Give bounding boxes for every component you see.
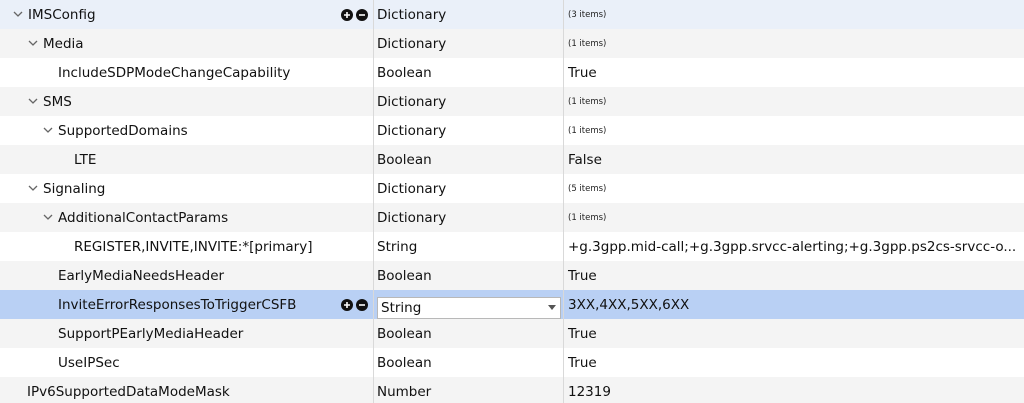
type-cell[interactable]: Boolean	[374, 319, 564, 348]
key-label: Signaling	[43, 180, 106, 197]
key-label: IPv6SupportedDataModeMask	[27, 383, 230, 400]
value-cell[interactable]: (1 items)	[564, 116, 1024, 145]
key-label: LTE	[74, 151, 97, 168]
key-cell[interactable]: InviteErrorResponsesToTriggerCSFB	[0, 290, 374, 319]
key-label: InviteErrorResponsesToTriggerCSFB	[58, 296, 297, 313]
type-select-value: String	[381, 299, 422, 316]
type-cell[interactable]: Dictionary	[374, 0, 564, 29]
row-actions	[341, 0, 373, 29]
key-cell[interactable]: REGISTER,INVITE,INVITE:*[primary]	[0, 232, 374, 261]
key-cell[interactable]: EarlyMediaNeedsHeader	[0, 261, 374, 290]
item-count: (5 items)	[568, 183, 607, 194]
minus-circle-icon[interactable]	[356, 8, 368, 21]
tree-row-imsconfig[interactable]: IMSConfig Dictionary (3 items)	[0, 0, 1024, 29]
plus-circle-icon[interactable]	[341, 8, 353, 21]
chevron-down-icon[interactable]	[12, 8, 24, 22]
tree-row-sms[interactable]: SMS Dictionary (1 items)	[0, 87, 1024, 116]
key-label: IMSConfig	[28, 6, 96, 23]
key-cell[interactable]: SupportedDomains	[0, 116, 374, 145]
key-label: Media	[43, 35, 84, 52]
type-cell[interactable]: Boolean	[374, 145, 564, 174]
value-cell[interactable]: 12319	[564, 377, 1024, 403]
key-label: SupportPEarlyMediaHeader	[58, 325, 244, 342]
tree-row-useipsec[interactable]: UseIPSec Boolean True	[0, 348, 1024, 377]
type-cell[interactable]: Dictionary	[374, 174, 564, 203]
value-cell[interactable]: True	[564, 58, 1024, 87]
value-cell[interactable]: False	[564, 145, 1024, 174]
chevron-down-icon[interactable]	[27, 182, 39, 196]
key-label: AdditionalContactParams	[58, 209, 229, 226]
type-select[interactable]: String	[377, 296, 561, 319]
key-label: EarlyMediaNeedsHeader	[58, 267, 225, 284]
tree-row-register-invite[interactable]: REGISTER,INVITE,INVITE:*[primary] String…	[0, 232, 1024, 261]
key-cell[interactable]: SMS	[0, 87, 374, 116]
key-label: IncludeSDPModeChangeCapability	[58, 64, 291, 81]
key-label: SupportedDomains	[58, 122, 188, 139]
tree-row-supporteddomains[interactable]: SupportedDomains Dictionary (1 items)	[0, 116, 1024, 145]
tree-row-media[interactable]: Media Dictionary (1 items)	[0, 29, 1024, 58]
value-cell[interactable]: True	[564, 319, 1024, 348]
key-cell[interactable]: AdditionalContactParams	[0, 203, 374, 232]
chevron-down-icon[interactable]	[27, 37, 39, 51]
key-cell[interactable]: SupportPEarlyMediaHeader	[0, 319, 374, 348]
type-cell[interactable]: String	[374, 232, 564, 261]
type-cell[interactable]: Boolean	[374, 261, 564, 290]
value-cell[interactable]: (5 items)	[564, 174, 1024, 203]
value-cell[interactable]: (3 items)	[564, 0, 1024, 29]
type-cell[interactable]: Dictionary	[374, 203, 564, 232]
key-cell[interactable]: Signaling	[0, 174, 374, 203]
key-label: SMS	[43, 93, 72, 110]
key-cell[interactable]: IncludeSDPModeChangeCapability	[0, 58, 374, 87]
type-cell[interactable]: Dictionary	[374, 87, 564, 116]
value-cell[interactable]: True	[564, 348, 1024, 377]
key-cell[interactable]: UseIPSec	[0, 348, 374, 377]
item-count: (1 items)	[568, 212, 607, 223]
tree-row-lte[interactable]: LTE Boolean False	[0, 145, 1024, 174]
item-count: (1 items)	[568, 38, 607, 49]
key-label: UseIPSec	[58, 354, 120, 371]
chevron-down-icon[interactable]	[42, 211, 54, 225]
value-cell[interactable]: 3XX,4XX,5XX,6XX	[564, 290, 1024, 319]
value-cell[interactable]: +g.3gpp.mid-call;+g.3gpp.srvcc-alerting;…	[564, 232, 1024, 261]
tree-row-ipv6supporteddatamodemask[interactable]: IPv6SupportedDataModeMask Number 12319	[0, 377, 1024, 403]
tree-row-inviteerrorresponsestotriggercsfb[interactable]: InviteErrorResponsesToTriggerCSFB String…	[0, 290, 1024, 319]
row-actions	[341, 290, 373, 319]
type-cell[interactable]: Boolean	[374, 348, 564, 377]
item-count: (3 items)	[568, 9, 607, 20]
key-cell[interactable]: LTE	[0, 145, 374, 174]
tree-row-supportpearlymediaheader[interactable]: SupportPEarlyMediaHeader Boolean True	[0, 319, 1024, 348]
type-cell: String	[374, 290, 564, 319]
tree-row-additionalcontactparams[interactable]: AdditionalContactParams Dictionary (1 it…	[0, 203, 1024, 232]
item-count: (1 items)	[568, 96, 607, 107]
type-cell[interactable]: Number	[374, 377, 564, 403]
value-cell[interactable]: (1 items)	[564, 87, 1024, 116]
item-count: (1 items)	[568, 125, 607, 136]
key-label: REGISTER,INVITE,INVITE:*[primary]	[74, 238, 313, 255]
tree-row-includesdpmodechangecapability[interactable]: IncludeSDPModeChangeCapability Boolean T…	[0, 58, 1024, 87]
chevron-down-icon[interactable]	[42, 124, 54, 138]
plist-tree: IMSConfig Dictionary (3 items) Media Dic…	[0, 0, 1024, 403]
value-cell[interactable]: True	[564, 261, 1024, 290]
value-cell[interactable]: (1 items)	[564, 203, 1024, 232]
chevron-down-icon[interactable]	[548, 305, 556, 310]
tree-row-earlymedianeedsheader[interactable]: EarlyMediaNeedsHeader Boolean True	[0, 261, 1024, 290]
plus-circle-icon[interactable]	[341, 298, 353, 311]
chevron-down-icon[interactable]	[27, 95, 39, 109]
type-cell[interactable]: Dictionary	[374, 116, 564, 145]
key-cell[interactable]: IMSConfig	[0, 0, 374, 29]
key-cell[interactable]: IPv6SupportedDataModeMask	[0, 377, 374, 403]
minus-circle-icon[interactable]	[356, 298, 368, 311]
type-cell[interactable]: Boolean	[374, 58, 564, 87]
value-cell[interactable]: (1 items)	[564, 29, 1024, 58]
tree-row-signaling[interactable]: Signaling Dictionary (5 items)	[0, 174, 1024, 203]
key-cell[interactable]: Media	[0, 29, 374, 58]
type-cell[interactable]: Dictionary	[374, 29, 564, 58]
